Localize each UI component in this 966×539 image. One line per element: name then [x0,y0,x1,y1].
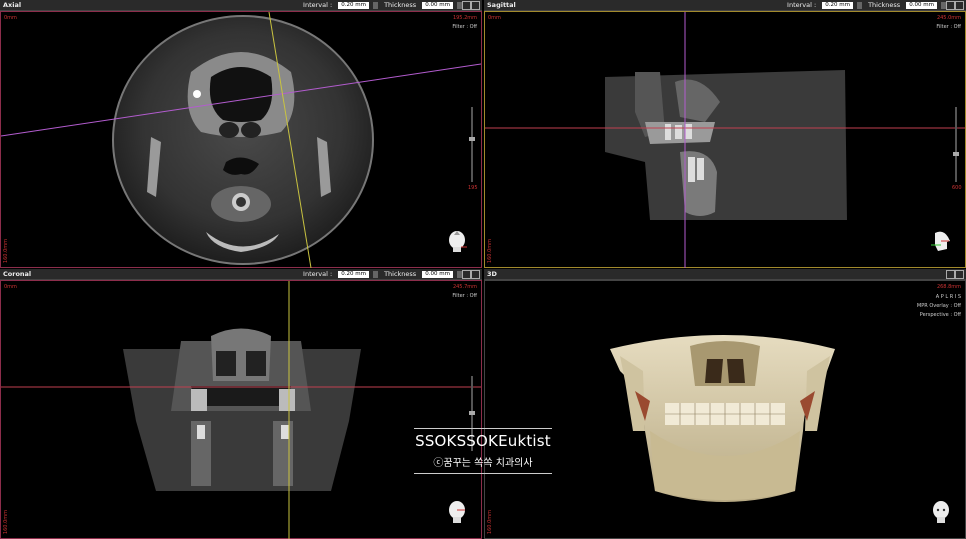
3d-perspective-toggle[interactable]: Perspective : Off [917,311,961,320]
axial-top-left-ruler: 0mm [4,15,17,21]
axial-interval-input[interactable]: 0.20 mm [338,1,369,9]
sagittal-top-left-ruler: 0mm [488,15,501,21]
axial-orientation-head-icon[interactable] [447,229,467,253]
coronal-interval-label: Interval : [303,270,333,278]
sagittal-layout-icon[interactable] [946,1,955,10]
axial-title: Axial [3,1,22,9]
3d-viewport[interactable]: 268.8mm A P L R I S MPR Overlay : Off Pe… [484,280,966,539]
3d-title: 3D [487,270,497,278]
axial-view-panel[interactable]: Axial Interval : 0.20 mm Thickness 0.00 … [0,0,482,268]
sagittal-top-right-ruler: 245.0mm [936,15,961,21]
coronal-top-left-ruler: 0mm [4,284,17,290]
coronal-controls: Interval : 0.20 mm Thickness 0.00 mm [299,269,462,279]
sagittal-interval-spinner[interactable] [856,1,862,9]
3d-bottom-left-ruler: 160.0mm [487,509,493,534]
sagittal-header: Sagittal Interval : 0.20 mm Thickness 0.… [484,0,966,11]
coronal-ct-image [1,281,481,539]
sagittal-interval-label: Interval : [787,1,817,9]
sagittal-slice-slider[interactable]: 600 [952,107,962,191]
3d-view-panel[interactable]: 3D 268.8mm A P L R I S MPR Overlay: Off… [484,269,966,539]
axial-filter-status: Filter : Off [452,24,477,30]
sagittal-bottom-left-ruler: 160.0mm [487,238,493,263]
sagittal-view-panel[interactable]: Sagittal Interval : 0.20 mm Thickness 0.… [484,0,966,268]
3d-skull-render [610,335,835,502]
axial-slice-slider-knob[interactable] [469,137,475,141]
coronal-interval-spinner[interactable] [372,270,378,278]
3d-layout-icon[interactable] [946,270,955,279]
coronal-interval-input[interactable]: 0.20 mm [338,270,369,278]
3d-orientation-buttons[interactable]: A P L R I S [917,293,961,302]
coronal-top-right-ruler: 245.7mm [452,284,477,290]
axial-controls: Interval : 0.20 mm Thickness 0.00 mm [299,0,462,10]
sagittal-thickness-input[interactable]: 0.00 mm [906,1,937,9]
coronal-header: Coronal Interval : 0.20 mm Thickness 0.0… [0,269,482,280]
3d-top-right-ruler: 268.8mm [936,284,961,290]
coronal-thickness-input[interactable]: 0.00 mm [422,270,453,278]
axial-header: Axial Interval : 0.20 mm Thickness 0.00 … [0,0,482,11]
axial-thickness-input[interactable]: 0.00 mm [422,1,453,9]
sagittal-slice-slider-knob[interactable] [953,152,959,156]
sagittal-interval-input[interactable]: 0.20 mm [822,1,853,9]
sagittal-slice-value: 600 [952,185,962,191]
watermark-bottom-rule [414,473,552,474]
watermark-subtitle: ⓒ꿈꾸는 쏙쏙 치과의사 [433,458,533,469]
sagittal-filter-status: Filter : Off [936,24,961,30]
coronal-bottom-left-ruler: 160.0mm [3,509,9,534]
coronal-view-panel[interactable]: Coronal Interval : 0.20 mm Thickness 0.0… [0,269,482,539]
coronal-filter-status: Filter : Off [452,293,477,299]
axial-slice-slider[interactable]: 195 [468,107,478,191]
sagittal-controls: Interval : 0.20 mm Thickness 0.00 mm [783,0,946,10]
axial-slice-value: 195 [468,185,478,191]
axial-ct-image [1,12,481,268]
coronal-layout-icon[interactable] [462,270,471,279]
axial-viewport[interactable]: 0mm 195.2mm Filter : Off 195 160.0mm [0,11,482,268]
axial-top-right-ruler: 195.2mm [452,15,477,21]
coronal-slice-slider-knob[interactable] [469,411,475,415]
axial-maximize-icon[interactable] [471,1,480,10]
3d-maximize-icon[interactable] [955,270,964,279]
coronal-title: Coronal [3,270,32,278]
3d-view-options: A P L R I S MPR Overlay : Off Perspectiv… [917,293,961,320]
axial-bottom-left-ruler: 160.0mm [3,238,9,263]
sagittal-viewport[interactable]: 0mm 245.0mm Filter : Off 600 160.0mm [484,11,966,268]
watermark-title: SSOKSSOKEuktist [415,432,551,450]
sagittal-thickness-label: Thickness [868,1,901,9]
sagittal-ct-image [485,12,965,268]
axial-interval-spinner[interactable] [372,1,378,9]
axial-thickness-label: Thickness [384,1,417,9]
coronal-orientation-head-icon[interactable] [447,500,467,524]
sagittal-title: Sagittal [487,1,516,9]
3d-orientation-head-icon[interactable] [931,500,951,524]
3d-header: 3D [484,269,966,280]
sagittal-maximize-icon[interactable] [955,1,964,10]
watermark: SSOKSSOKEuktist ⓒ꿈꾸는 쏙쏙 치과의사 [414,428,552,474]
sagittal-orientation-head-icon[interactable] [931,229,951,253]
coronal-maximize-icon[interactable] [471,270,480,279]
3d-mpr-overlay-toggle[interactable]: MPR Overlay : Off [917,302,961,311]
coronal-thickness-label: Thickness [384,270,417,278]
axial-interval-label: Interval : [303,1,333,9]
axial-layout-icon[interactable] [462,1,471,10]
coronal-viewport[interactable]: 0mm 245.7mm Filter : Off 160.0mm [0,280,482,539]
